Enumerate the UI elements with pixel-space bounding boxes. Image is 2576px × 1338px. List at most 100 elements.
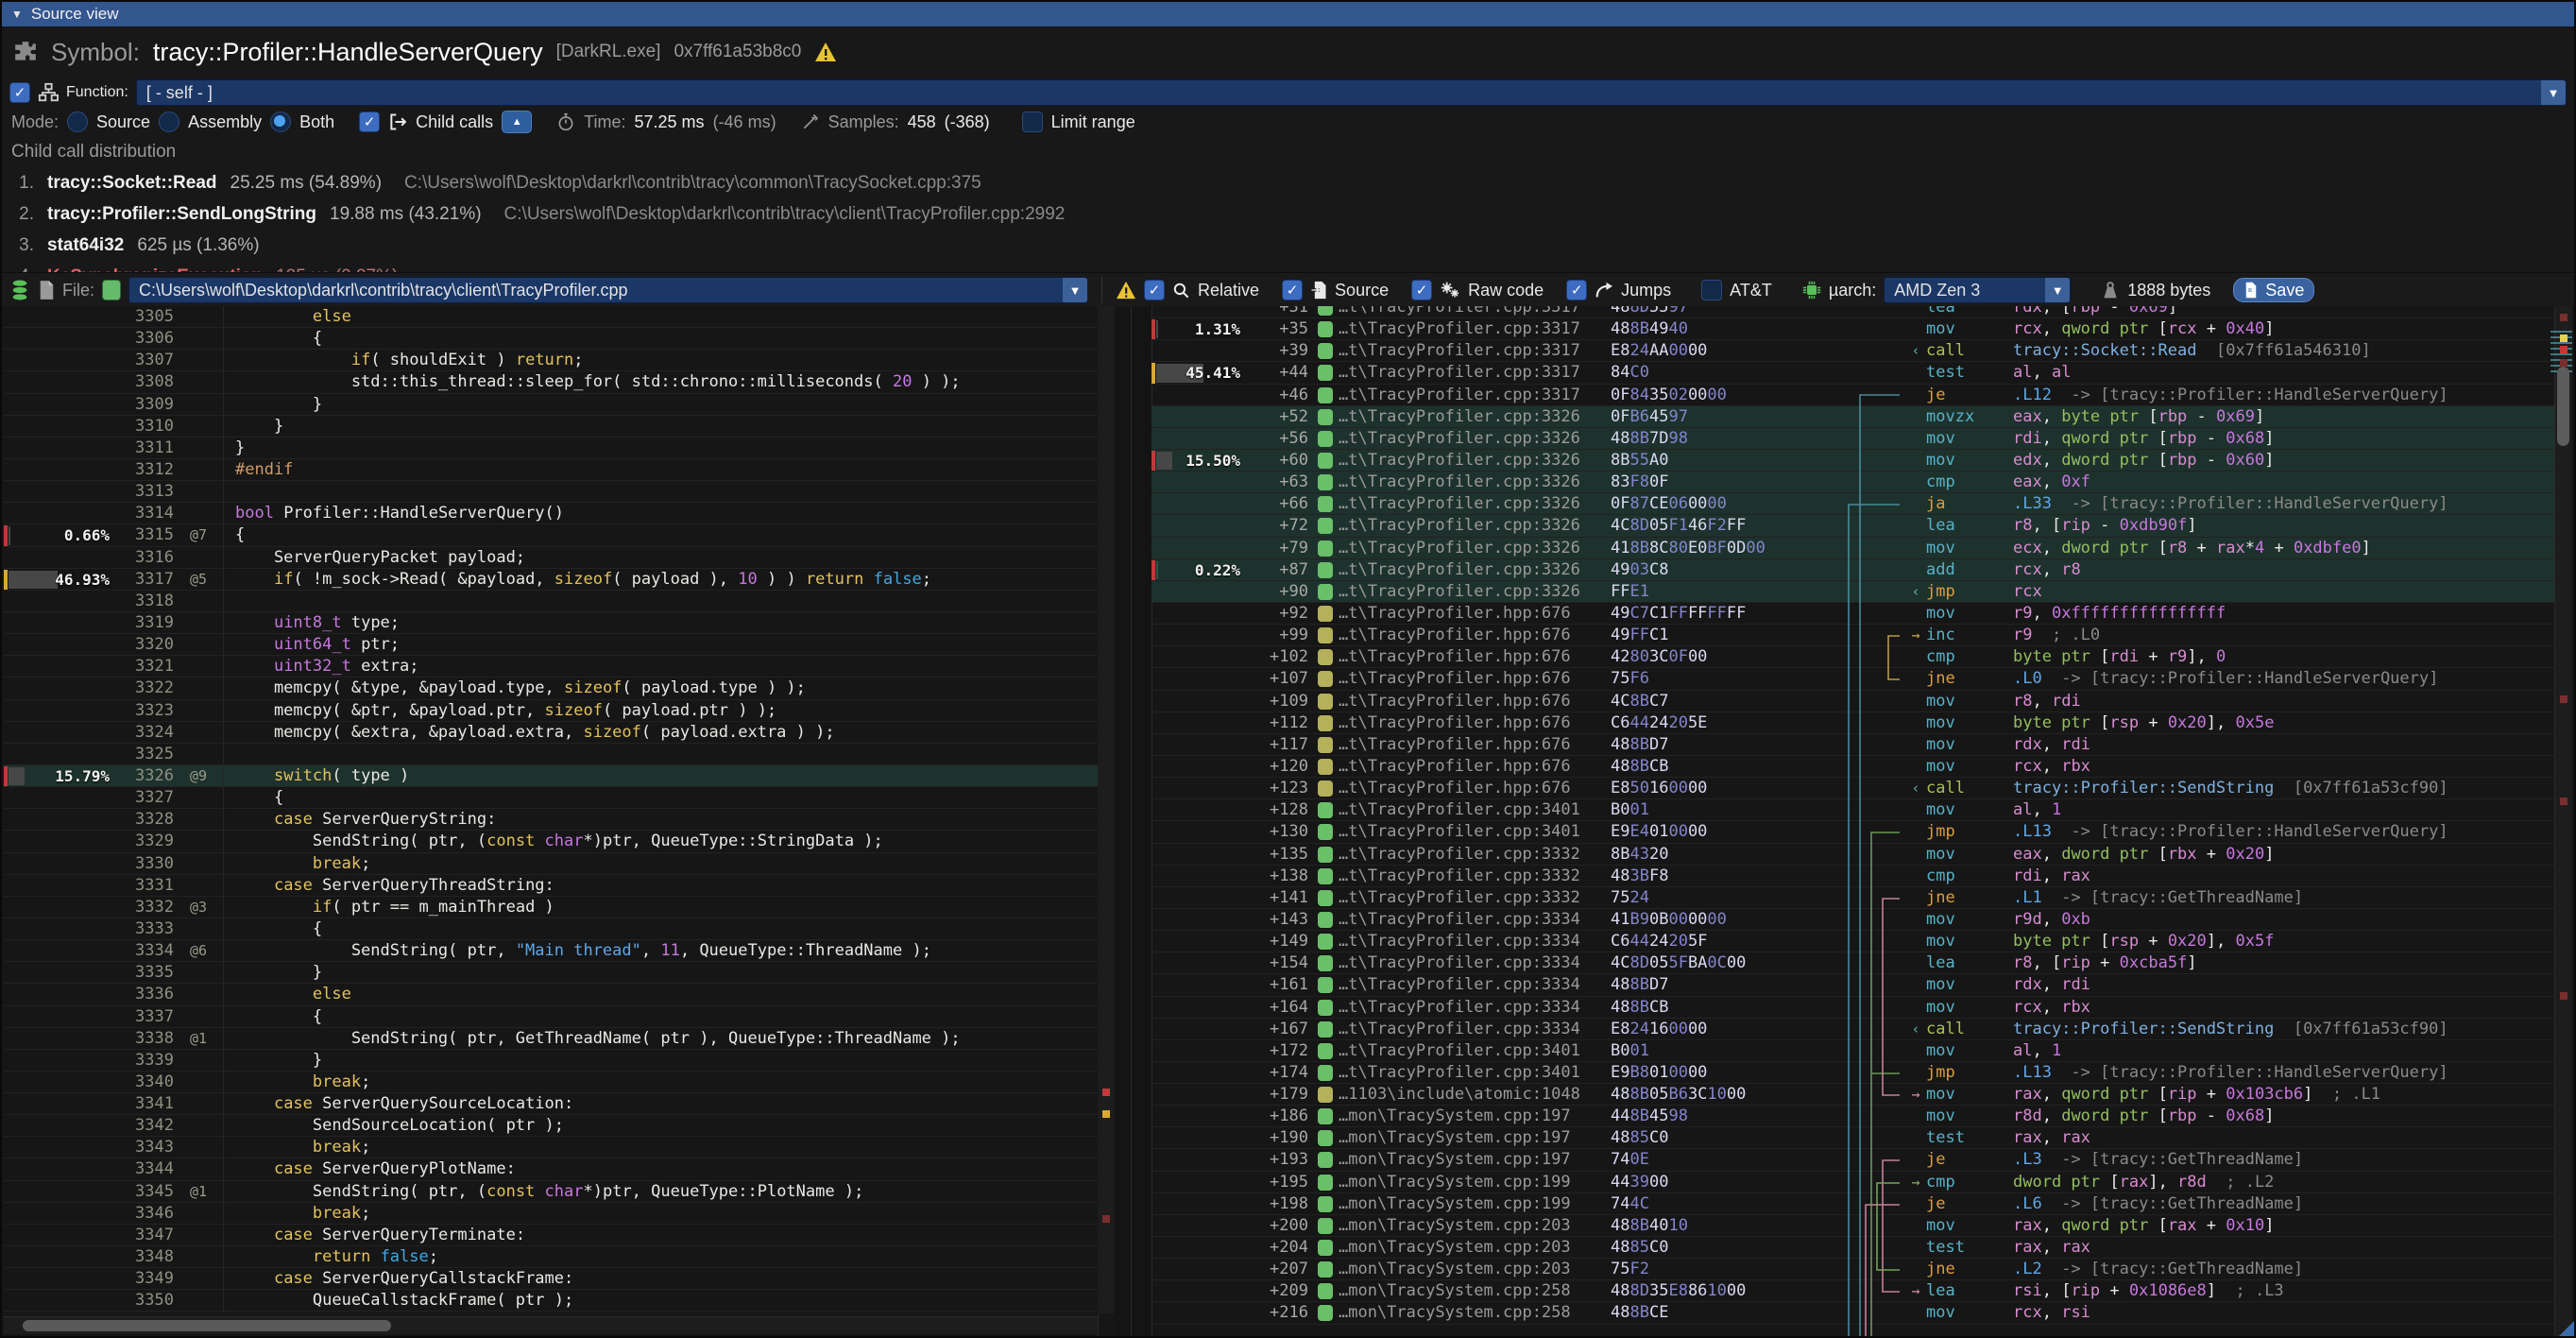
asm-row[interactable]: +179…1103\include\atomic:1048488B05B63C1… [1152,1084,2572,1106]
source-line[interactable]: 3345@1 SendString( ptr, (const char*)ptr… [4,1181,1098,1203]
source-line[interactable]: 3320 uint64_t ptr; [4,634,1098,656]
source-line[interactable]: 0.66%3315@7{ [4,524,1098,546]
source-line[interactable]: 3324 memcpy( &extra, &payload.extra, siz… [4,722,1098,744]
source-line[interactable]: 3306 { [4,328,1098,350]
source-line[interactable]: 3316 ServerQueryPacket payload; [4,547,1098,569]
chevron-down-icon[interactable]: ▼ [1063,278,1087,302]
asm-row[interactable]: +128…t\TracyProfiler.cpp:3401B001moval, … [1152,799,2572,821]
asm-row[interactable]: +195…mon\TracySystem.cpp:199443900→cmpdw… [1152,1172,2572,1193]
asm-row[interactable]: +130…t\TracyProfiler.cpp:3401E9E4010000j… [1152,821,2572,843]
asm-row[interactable]: +107…t\TracyProfiler.hpp:67675F6jne.L0 -… [1152,668,2572,690]
source-line[interactable]: 3323 memcpy( &ptr, &payload.ptr, sizeof(… [4,700,1098,722]
asm-row[interactable]: +186…mon\TracySystem.cpp:197448B4598movr… [1152,1106,2572,1127]
asm-row[interactable]: +161…t\TracyProfiler.cpp:3334488BD7movrd… [1152,974,2572,996]
child-calls-checkbox[interactable]: ✓ [359,112,380,132]
asm-row[interactable]: +193…mon\TracySystem.cpp:197740Eje.L3 ->… [1152,1149,2572,1171]
att-checkbox[interactable]: ✓ [1701,280,1722,300]
parent-frame-button[interactable]: ▲ [502,111,532,133]
asm-row[interactable]: +117…t\TracyProfiler.hpp:676488BD7movrdx… [1152,734,2572,756]
source-line[interactable]: 3334@6 SendString( ptr, "Main thread", 1… [4,940,1098,962]
assembly-vscrollbar[interactable] [2554,306,2572,1336]
radio-both[interactable] [270,112,291,132]
source-line[interactable]: 3322 memcpy( &type, &payload.type, sizeo… [4,678,1098,699]
asm-row[interactable]: +109…t\TracyProfiler.hpp:6764C8BC7movr8,… [1152,691,2572,712]
child-call-row[interactable]: 2.tracy::Profiler::SendLongString19.88 m… [11,204,2574,225]
source-line[interactable]: 3343 break; [4,1137,1098,1158]
asm-row[interactable]: +63…t\TracyProfiler.cpp:332683F80Fcmpeax… [1152,472,2572,493]
uarch-select[interactable]: AMD Zen 3 ▼ [1884,277,2071,303]
asm-row[interactable]: +149…t\TracyProfiler.cpp:3334C64424205Fm… [1152,931,2572,952]
source-line[interactable]: 3305 else [4,306,1098,328]
asm-row[interactable]: +141…t\TracyProfiler.cpp:33327524jne.L1 … [1152,887,2572,909]
asm-row[interactable]: +209…mon\TracySystem.cpp:258488D35E88610… [1152,1280,2572,1302]
asm-row[interactable]: +154…t\TracyProfiler.cpp:33344C8D055FBA0… [1152,952,2572,974]
asm-row[interactable]: +143…t\TracyProfiler.cpp:333441B90B00000… [1152,909,2572,931]
asm-row[interactable]: +112…t\TracyProfiler.hpp:676C64424205Emo… [1152,712,2572,734]
asm-row[interactable]: 0.22%+87…t\TracyProfiler.cpp:33264903C8a… [1152,559,2572,581]
source-line[interactable]: 3309 } [4,394,1098,416]
source-line[interactable]: 15.79%3326@9 switch( type ) [4,765,1098,787]
source-line[interactable]: 3336 else [4,984,1098,1005]
child-call-row[interactable]: 1.tracy::Socket::Read25.25 ms (54.89%)C:… [11,173,2574,194]
asm-row[interactable]: +31…t\TracyProfiler.cpp:3317488D5597lear… [1152,306,2572,318]
source-checkbox[interactable]: ✓ [1282,280,1303,300]
source-line[interactable]: 3307 if( shouldExit ) return; [4,350,1098,371]
source-line[interactable]: 3312#endif [4,459,1098,481]
asm-row[interactable]: +90…t\TracyProfiler.cpp:3326FFE1‹jmprcx [1152,581,2572,603]
source-line[interactable]: 3337 { [4,1006,1098,1028]
asm-row[interactable]: +52…t\TracyProfiler.cpp:33260FB64597movz… [1152,406,2572,428]
save-button[interactable]: Save [2233,278,2314,302]
source-line[interactable]: 3338@1 SendString( ptr, GetThreadName( p… [4,1028,1098,1050]
source-line[interactable]: 3329 SendString( ptr, (const char*)ptr, … [4,831,1098,852]
asm-row[interactable]: +92…t\TracyProfiler.hpp:67649C7C1FFFFFFF… [1152,603,2572,625]
asm-row[interactable]: +39…t\TracyProfiler.cpp:3317E824AA0000‹c… [1152,340,2572,362]
limit-range-checkbox[interactable]: ✓ [1022,112,1043,132]
asm-row[interactable]: +79…t\TracyProfiler.cpp:3326418B8C80E0BF… [1152,538,2572,559]
source-line[interactable]: 3333 { [4,918,1098,940]
asm-row[interactable]: +216…mon\TracySystem.cpp:258488BCEmovrcx… [1152,1302,2572,1324]
asm-row[interactable]: +198…mon\TracySystem.cpp:199744Cje.L6 ->… [1152,1193,2572,1215]
asm-row[interactable]: +102…t\TracyProfiler.hpp:67642803C0F00cm… [1152,646,2572,668]
asm-row[interactable]: +66…t\TracyProfiler.cpp:33260F87CE060000… [1152,493,2572,515]
resize-grip[interactable] [2559,1321,2574,1336]
asm-row[interactable]: +200…mon\TracySystem.cpp:203488B4010movr… [1152,1215,2572,1237]
asm-row[interactable]: +204…mon\TracySystem.cpp:2034885C0testra… [1152,1237,2572,1259]
source-line[interactable]: 3342 SendSourceLocation( ptr ); [4,1115,1098,1137]
asm-row[interactable]: 1.31%+35…t\TracyProfiler.cpp:3317488B494… [1152,318,2572,340]
function-checkbox[interactable]: ✓ [9,82,30,103]
asm-row[interactable]: +46…t\TracyProfiler.cpp:33170F8435020000… [1152,385,2572,406]
source-line[interactable]: 3348 return false; [4,1246,1098,1268]
asm-row[interactable]: +167…t\TracyProfiler.cpp:3334E824160000‹… [1152,1019,2572,1040]
source-line[interactable]: 3332@3 if( ptr == m_mainThread ) [4,897,1098,918]
asm-row[interactable]: +190…mon\TracySystem.cpp:1974885C0testra… [1152,1127,2572,1149]
function-select[interactable]: [ - self - ] ▼ [136,79,2567,106]
source-line[interactable]: 3325 [4,744,1098,765]
source-line[interactable]: 3327 { [4,787,1098,809]
source-line[interactable]: 3349 case ServerQueryCallstackFrame: [4,1268,1098,1290]
asm-row[interactable]: +120…t\TracyProfiler.hpp:676488BCBmovrcx… [1152,756,2572,778]
pane-divider[interactable] [1115,306,1152,1336]
source-line[interactable]: 3328 case ServerQueryString: [4,809,1098,831]
child-call-row[interactable]: 3.stat64i32625 µs (1.36%) [11,235,2574,256]
chevron-down-icon[interactable]: ▼ [2541,80,2566,105]
source-line[interactable]: 3314bool Profiler::HandleServerQuery() [4,503,1098,524]
asm-row[interactable]: 45.41%+44…t\TracyProfiler.cpp:331784C0te… [1152,362,2572,384]
asm-row[interactable]: +123…t\TracyProfiler.hpp:676E850160000‹c… [1152,778,2572,799]
source-line[interactable]: 3347 case ServerQueryTerminate: [4,1225,1098,1246]
source-line[interactable]: 3321 uint32_t extra; [4,656,1098,678]
source-line[interactable]: 3310 } [4,416,1098,437]
chevron-down-icon[interactable]: ▼ [2045,278,2070,302]
asm-row[interactable]: +138…t\TracyProfiler.cpp:3332483BF8cmprd… [1152,866,2572,887]
source-vscrollbar[interactable] [1098,306,1115,1313]
source-hscrollbar[interactable] [4,1316,1098,1334]
asm-row[interactable]: +164…t\TracyProfiler.cpp:3334488BCBmovrc… [1152,997,2572,1019]
raw-code-checkbox[interactable]: ✓ [1411,280,1432,300]
source-line[interactable]: 3311} [4,437,1098,459]
source-line[interactable]: 46.93%3317@5 if( !m_sock->Read( &payload… [4,569,1098,591]
source-line[interactable]: 3340 break; [4,1072,1098,1093]
source-line[interactable]: 3308 std::this_thread::sleep_for( std::c… [4,371,1098,393]
relative-checkbox[interactable]: ✓ [1144,280,1165,300]
source-line[interactable]: 3346 break; [4,1203,1098,1225]
asm-row[interactable]: +174…t\TracyProfiler.cpp:3401E9B8010000j… [1152,1062,2572,1084]
asm-row[interactable]: +56…t\TracyProfiler.cpp:3326488B7D98movr… [1152,428,2572,450]
